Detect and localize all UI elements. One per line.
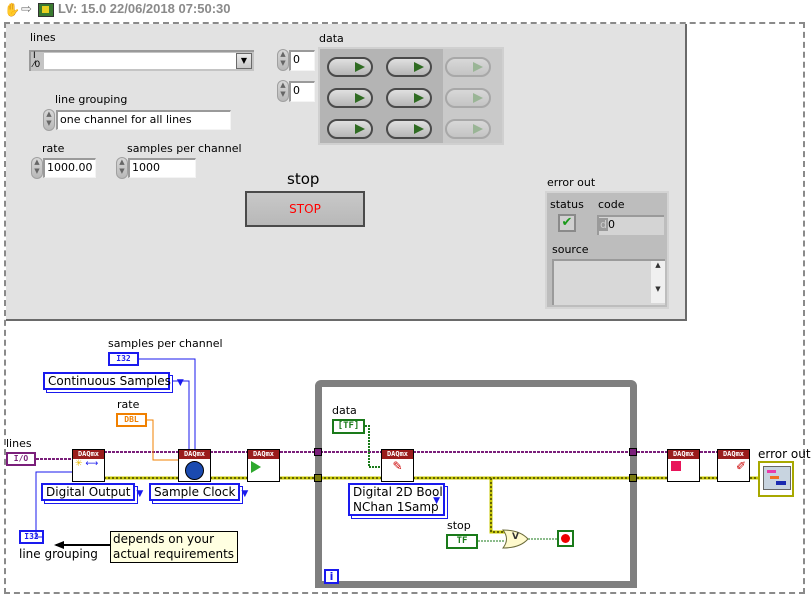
bd-samples-per-channel-label: samples per channel	[108, 337, 223, 350]
create-icon: ✳ ⟷	[75, 459, 99, 469]
daqmx-timing-vi[interactable]: DAQmx	[178, 449, 211, 482]
clock-icon	[185, 461, 204, 480]
bd-lines-terminal[interactable]: I/O	[6, 452, 36, 466]
bd-data-label: data	[332, 404, 357, 417]
daqmx-write-vi[interactable]: DAQmx ✎	[381, 449, 414, 482]
bd-line-grouping-label: line grouping	[19, 547, 98, 561]
error-tunnel-in	[314, 474, 322, 482]
or-gate-label: V	[512, 532, 519, 542]
comment-note: depends on your actual requirements	[110, 531, 238, 563]
daqmx-header: DAQmx	[73, 450, 104, 459]
bd-error-out-label: error out	[758, 447, 811, 461]
daqmx-start-task-vi[interactable]: DAQmx	[247, 449, 280, 482]
task-tunnel-out	[629, 448, 637, 456]
bd-error-out-terminal[interactable]	[758, 461, 794, 497]
create-channel-value: Digital Output	[46, 485, 131, 499]
timing-selector[interactable]: Sample Clock ▼	[149, 483, 248, 501]
error-tunnel-out	[629, 474, 637, 482]
rate-wire	[147, 419, 178, 461]
daqmx-header: DAQmx	[382, 450, 413, 459]
play-icon	[251, 461, 261, 473]
sample-mode-wire	[170, 380, 190, 452]
bd-line-grouping-terminal[interactable]: I32	[19, 530, 44, 544]
iteration-terminal: i	[324, 569, 339, 584]
bd-rate-terminal[interactable]: DBL	[116, 413, 147, 427]
stop-square-icon	[671, 461, 681, 471]
write-pencil-icon: ✎	[392, 459, 403, 473]
write-value-line1: Digital 2D Bool	[353, 485, 443, 499]
sample-mode-value: Continuous Samples	[48, 374, 171, 388]
timing-value: Sample Clock	[154, 485, 236, 499]
loop-condition-terminal[interactable]	[557, 530, 574, 547]
chevron-down-icon: ▼	[176, 378, 184, 388]
bd-stop-terminal[interactable]: TF	[446, 534, 478, 549]
bd-data-terminal[interactable]: [TF]	[332, 419, 365, 434]
sample-mode-constant[interactable]: Continuous Samples ▼	[43, 372, 184, 390]
chevron-down-icon: ▼	[433, 496, 440, 506]
write-selector[interactable]: Digital 2D Bool NChan 1Samp ▼	[348, 483, 445, 516]
cluster-icon	[763, 466, 791, 490]
daqmx-create-channel-vi[interactable]: DAQmx ✳ ⟷	[72, 449, 105, 482]
daqmx-header: DAQmx	[179, 450, 210, 459]
create-channel-selector[interactable]: Digital Output ▼	[41, 483, 143, 501]
daqmx-clear-task-vi[interactable]: DAQmx ✐	[717, 449, 750, 482]
bd-rate-label: rate	[117, 398, 140, 411]
line-grouping-wire	[35, 471, 72, 538]
bd-stop-label: stop	[447, 519, 471, 532]
bd-lines-label: lines	[6, 437, 32, 450]
stop-condition-icon	[561, 534, 570, 543]
task-tunnel-in	[314, 448, 322, 456]
daqmx-header: DAQmx	[668, 450, 699, 459]
chevron-down-icon: ▼	[241, 489, 249, 499]
daqmx-stop-task-vi[interactable]: DAQmx	[667, 449, 700, 482]
eraser-icon: ✐	[735, 459, 746, 473]
bd-samples-per-channel-terminal[interactable]: I32	[108, 352, 139, 366]
write-value-line2: NChan 1Samp	[353, 500, 439, 514]
daqmx-header: DAQmx	[718, 450, 749, 459]
daqmx-header: DAQmx	[248, 450, 279, 459]
chevron-down-icon: ▼	[136, 489, 144, 499]
